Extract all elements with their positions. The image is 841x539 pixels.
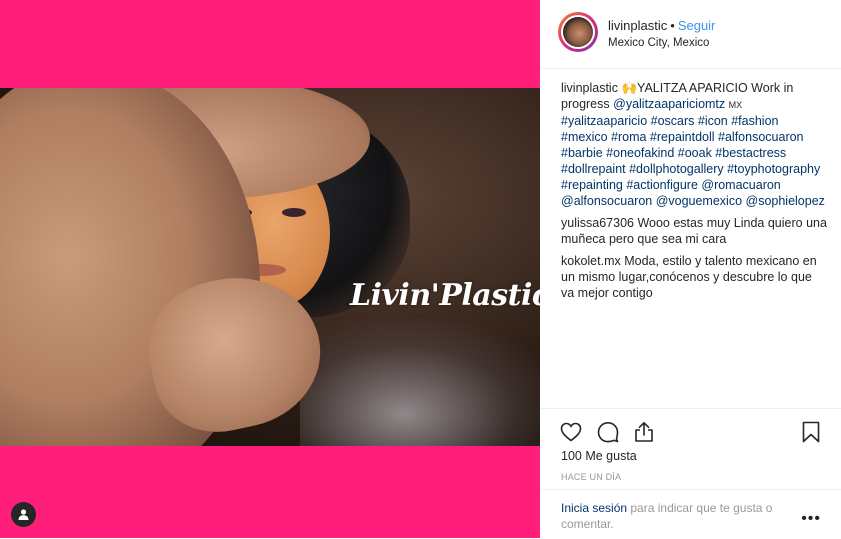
user-icon: [18, 509, 29, 520]
bookmark-icon: [802, 421, 820, 443]
post-media[interactable]: Livin'Plastic: [0, 0, 540, 538]
share-icon: [635, 422, 653, 442]
comment-item: yulissa67306 Wooo estas muy Linda quiero…: [561, 215, 827, 247]
comments-list: livinplastic 🙌YALITZA APARICIO Work in p…: [561, 80, 827, 307]
photo-doll-eye-right: [282, 208, 306, 217]
login-prompt-bar: Inicia sesión para indicar que te gusta …: [540, 489, 841, 539]
comment-button[interactable]: [596, 420, 620, 444]
like-button[interactable]: [559, 420, 583, 444]
header-separator: •: [670, 18, 675, 33]
header-user-line: livinplastic • Seguir: [608, 18, 715, 33]
likes-count[interactable]: 100 Me gusta: [561, 449, 637, 463]
avatar-image: [563, 17, 593, 47]
caption-username[interactable]: livinplastic: [561, 81, 618, 95]
location-link[interactable]: Mexico City, Mexico: [608, 37, 709, 49]
comment-username[interactable]: yulissa67306: [561, 216, 634, 230]
comment-icon: [597, 422, 619, 443]
livin-plastic-logo: Livin'Plastic: [350, 278, 540, 313]
more-options-icon[interactable]: •••: [801, 510, 821, 528]
post-timestamp[interactable]: HACE UN DÍA: [561, 472, 621, 482]
caption: livinplastic 🙌YALITZA APARICIO Work in p…: [561, 80, 827, 209]
share-button[interactable]: [632, 420, 656, 444]
comment-item: kokolet.mx Moda, estilo y talento mexica…: [561, 253, 827, 301]
tagged-users-button[interactable]: [11, 502, 36, 527]
header-username[interactable]: livinplastic: [608, 18, 667, 33]
avatar[interactable]: [558, 12, 598, 52]
mexico-flag-emoji: MX: [728, 100, 743, 110]
raising-hands-emoji: 🙌: [621, 81, 638, 95]
comment-username[interactable]: kokolet.mx: [561, 254, 621, 268]
post-actions-bar: [540, 408, 841, 449]
caption-hashtags[interactable]: #yalitzaaparicio #oscars #icon #fashion …: [561, 114, 825, 208]
save-button[interactable]: [799, 420, 823, 444]
follow-button[interactable]: Seguir: [678, 18, 716, 33]
caption-mention[interactable]: @yalitzaapariciomtz: [613, 97, 725, 111]
post-photo: Livin'Plastic: [0, 88, 540, 446]
photo-cloth: [300, 318, 540, 446]
heart-icon: [560, 422, 582, 442]
post-header: livinplastic • Seguir Mexico City, Mexico: [540, 0, 841, 69]
login-link[interactable]: Inicia sesión: [561, 501, 627, 515]
login-prompt: Inicia sesión para indicar que te gusta …: [561, 500, 801, 532]
post-sidebar: livinplastic • Seguir Mexico City, Mexico …: [540, 0, 841, 538]
